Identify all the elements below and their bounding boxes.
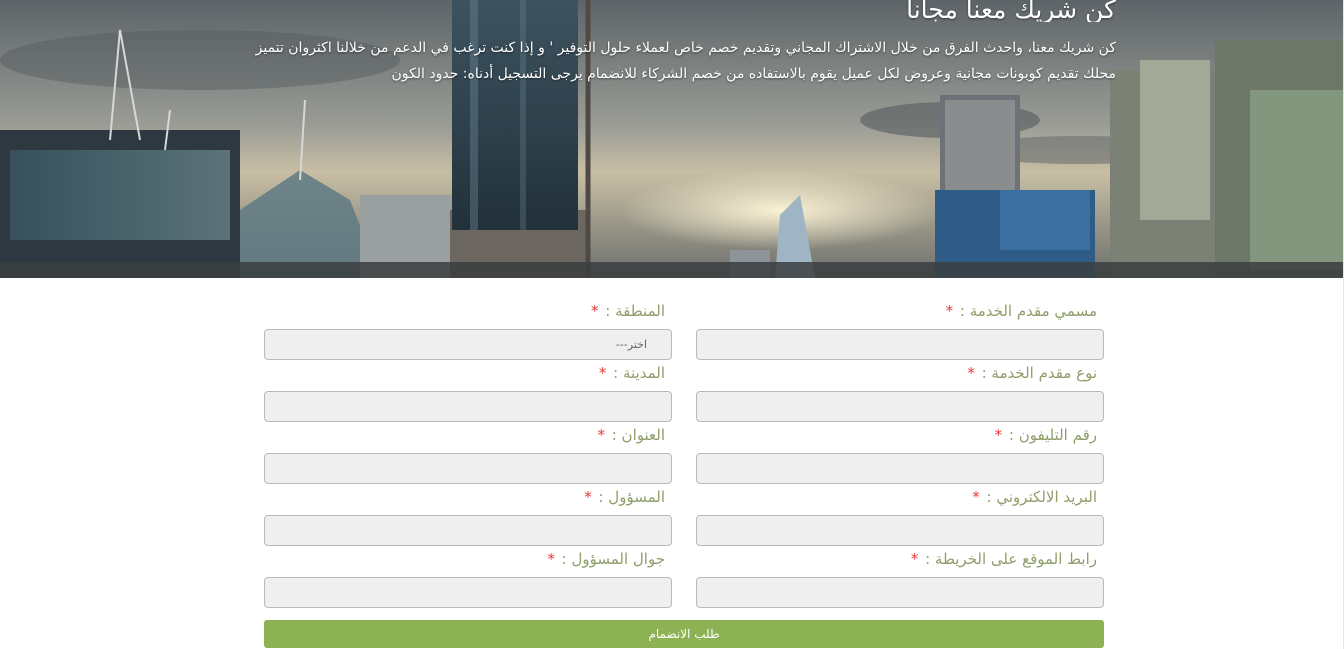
manager-input[interactable] <box>264 515 672 546</box>
field-label: المسؤول : * <box>264 484 672 515</box>
field-email: البريد الالكتروني : * <box>696 484 1104 546</box>
label-text: البريد الالكتروني : <box>986 488 1097 506</box>
field-phone: رقم التليفون : * <box>696 422 1104 484</box>
field-city: المدينة : * <box>264 360 672 422</box>
field-address: العنوان : * <box>264 422 672 484</box>
hero-description: كن شريك معنا، واحدث الفرق من خلال الاشتر… <box>255 40 1116 82</box>
form-row: نوع مقدم الخدمة : * المدينة : * <box>264 360 1104 422</box>
required-mark: * <box>994 426 1003 444</box>
form-row: رابط الموقع على الخريطة : * جوال المسؤول… <box>264 546 1104 608</box>
label-text: المسؤول : <box>598 488 665 506</box>
field-map-link: رابط الموقع على الخريطة : * <box>696 546 1104 608</box>
field-label: البريد الالكتروني : * <box>696 484 1104 515</box>
hero-banner: كن شريك معنا مجانا كن شريك معنا، واحدث ا… <box>0 0 1343 278</box>
required-mark: * <box>910 550 919 568</box>
join-request-button[interactable]: طلب الانضمام <box>264 620 1104 648</box>
field-label: المنطقة : * <box>264 298 672 329</box>
field-manager-mobile: جوال المسؤول : * <box>264 546 672 608</box>
form-row: البريد الالكتروني : * المسؤول : * <box>264 484 1104 546</box>
region-select-value: اختر--- <box>615 338 647 351</box>
region-select[interactable]: اختر--- <box>264 329 672 360</box>
label-text: مسمي مقدم الخدمة : <box>959 302 1097 320</box>
provider-name-input[interactable] <box>696 329 1104 360</box>
form-row: رقم التليفون : * العنوان : * <box>264 422 1104 484</box>
required-mark: * <box>591 302 599 320</box>
field-label: رقم التليفون : * <box>696 422 1104 453</box>
phone-input[interactable] <box>696 453 1104 484</box>
email-input[interactable] <box>696 515 1104 546</box>
required-mark: * <box>972 488 980 506</box>
hero-text: كن شريك معنا مجانا كن شريك معنا، واحدث ا… <box>246 0 1116 87</box>
label-text: نوع مقدم الخدمة : <box>981 364 1097 382</box>
label-text: العنوان : <box>611 426 665 444</box>
field-label: العنوان : * <box>264 422 672 453</box>
label-text: المدينة : <box>613 364 665 382</box>
field-label: رابط الموقع على الخريطة : * <box>696 546 1104 577</box>
label-text: رقم التليفون : <box>1008 426 1097 444</box>
field-label: مسمي مقدم الخدمة : * <box>696 298 1104 329</box>
field-provider-name: مسمي مقدم الخدمة : * <box>696 298 1104 360</box>
required-mark: * <box>967 364 975 382</box>
manager-mobile-input[interactable] <box>264 577 672 608</box>
field-label: المدينة : * <box>264 360 672 391</box>
field-provider-type: نوع مقدم الخدمة : * <box>696 360 1104 422</box>
required-mark: * <box>584 488 592 506</box>
page: كن شريك معنا مجانا كن شريك معنا، واحدث ا… <box>0 0 1344 649</box>
label-text: المنطقة : <box>605 302 665 320</box>
field-label: جوال المسؤول : * <box>264 546 672 577</box>
label-text: جوال المسؤول : <box>561 550 665 568</box>
required-mark: * <box>945 302 954 320</box>
hero-title: كن شريك معنا مجانا <box>906 0 1116 22</box>
partner-signup-form: مسمي مقدم الخدمة : * المنطقة : * اختر---… <box>264 298 1104 608</box>
map-link-input[interactable] <box>696 577 1104 608</box>
field-manager: المسؤول : * <box>264 484 672 546</box>
label-text: رابط الموقع على الخريطة : <box>925 550 1097 568</box>
provider-type-input[interactable] <box>696 391 1104 422</box>
form-row: مسمي مقدم الخدمة : * المنطقة : * اختر--- <box>264 298 1104 360</box>
field-region: المنطقة : * اختر--- <box>264 298 672 360</box>
address-input[interactable] <box>264 453 672 484</box>
required-mark: * <box>597 426 605 444</box>
required-mark: * <box>598 364 607 382</box>
required-mark: * <box>547 550 555 568</box>
city-input[interactable] <box>264 391 672 422</box>
field-label: نوع مقدم الخدمة : * <box>696 360 1104 391</box>
